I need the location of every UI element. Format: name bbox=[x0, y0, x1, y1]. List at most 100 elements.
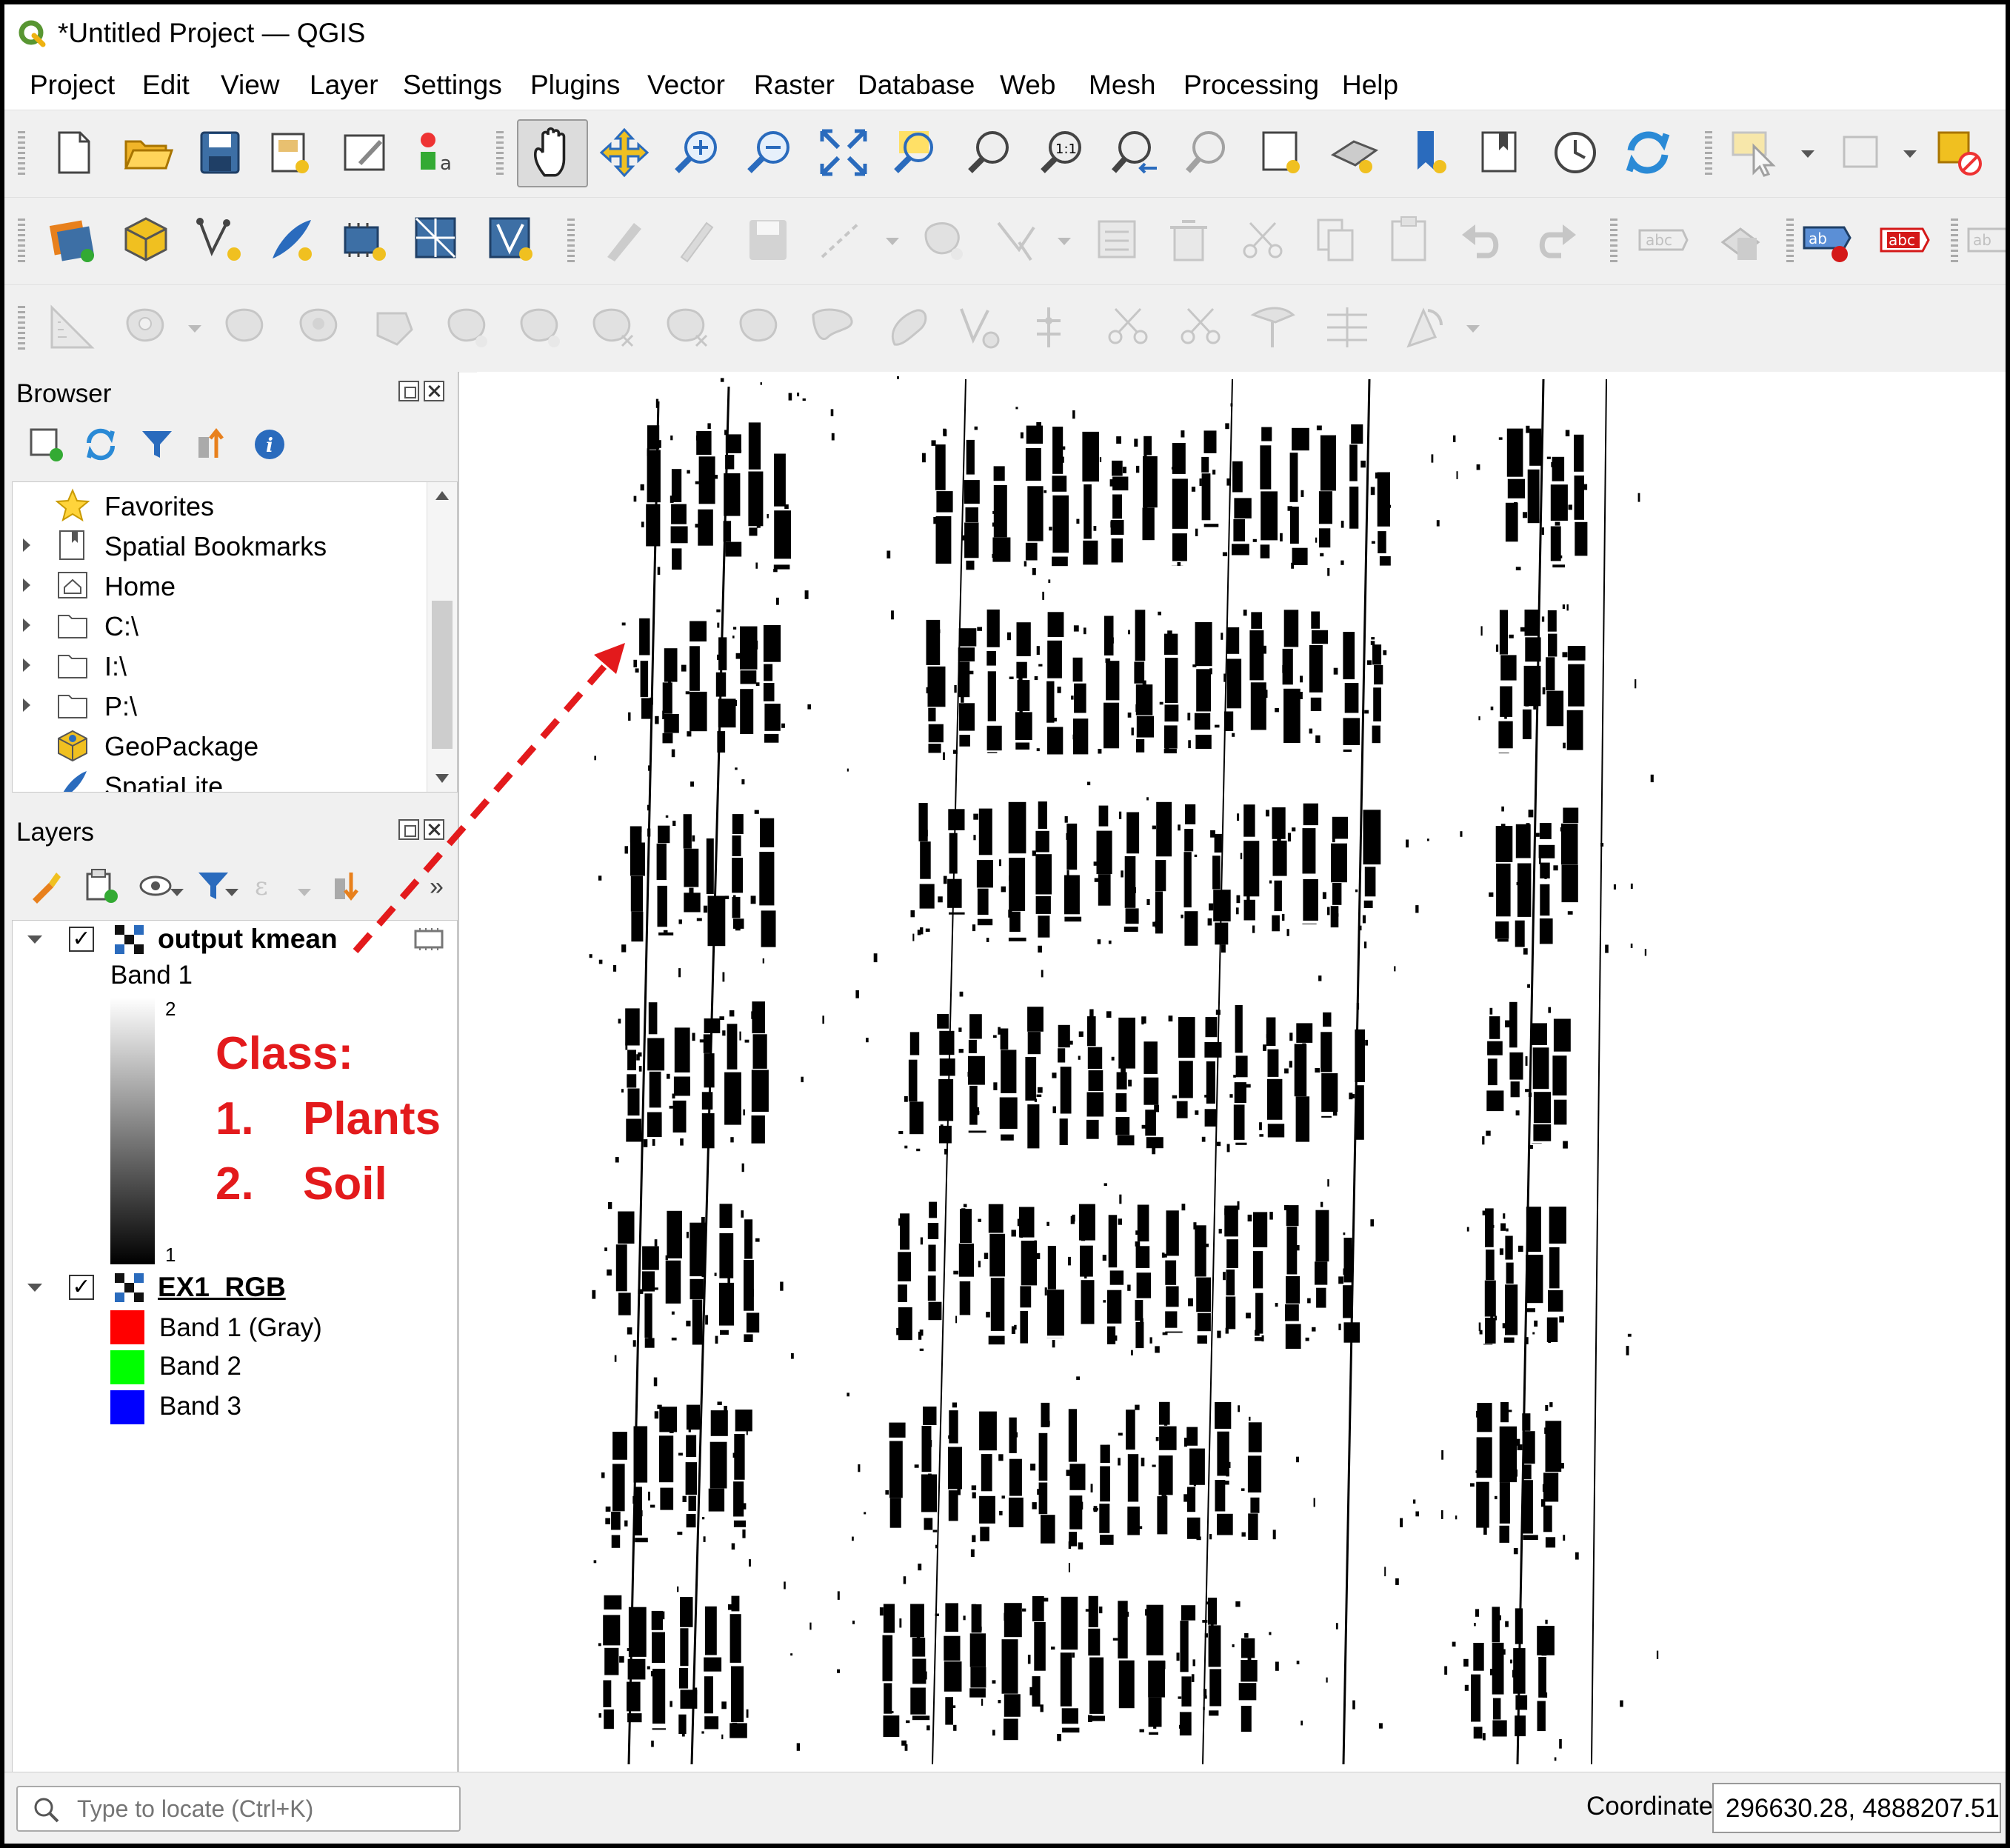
offset-curve-icon[interactable] bbox=[587, 300, 641, 355]
close-panel-icon[interactable] bbox=[424, 381, 444, 401]
reverse-line-icon[interactable] bbox=[661, 300, 715, 355]
new-virtual-layer-icon[interactable] bbox=[410, 213, 465, 267]
cut-features-icon[interactable] bbox=[1235, 213, 1290, 267]
split-parts-icon[interactable] bbox=[880, 300, 935, 355]
close-panel-icon[interactable] bbox=[424, 819, 444, 840]
rotate-feature-icon[interactable] bbox=[1394, 300, 1449, 355]
toolbar-grip[interactable] bbox=[1951, 219, 1958, 263]
select-dropdown-icon[interactable] bbox=[1801, 150, 1814, 158]
menu-view[interactable]: View bbox=[221, 70, 280, 101]
expand-arrow-icon[interactable] bbox=[23, 538, 30, 552]
rotate-point-symbols-icon[interactable] bbox=[1101, 300, 1155, 355]
zoom-to-selection-icon[interactable] bbox=[889, 125, 944, 180]
browser-item-i-drive[interactable]: I:\ bbox=[13, 645, 427, 685]
map-themes-dropdown-icon[interactable] bbox=[170, 889, 184, 896]
new-map-view-icon[interactable] bbox=[1255, 125, 1309, 180]
deselect-all-icon[interactable] bbox=[1837, 125, 1892, 180]
layer-name-output-kmean[interactable]: output kmean bbox=[158, 924, 338, 955]
trim-extend-icon[interactable] bbox=[1246, 300, 1301, 355]
layout-manager-icon[interactable] bbox=[338, 125, 393, 180]
layer-visibility-checkbox[interactable]: ✓ bbox=[69, 927, 94, 952]
toolbar-grip[interactable] bbox=[18, 131, 25, 176]
add-selected-layers-icon[interactable] bbox=[27, 425, 65, 464]
zoom-out-icon[interactable] bbox=[742, 125, 797, 180]
modify-attributes-icon[interactable] bbox=[1090, 213, 1145, 267]
zoom-to-layer-icon[interactable] bbox=[963, 125, 1018, 180]
zoom-last-icon[interactable] bbox=[1108, 125, 1163, 180]
expand-arrow-icon[interactable] bbox=[23, 698, 30, 712]
expand-arrow-icon[interactable] bbox=[23, 658, 30, 672]
label-change-icon[interactable]: ab bbox=[1964, 213, 2006, 267]
delete-part-icon[interactable] bbox=[441, 300, 496, 355]
new-geopackage-layer-icon[interactable] bbox=[118, 213, 173, 267]
filter-browser-icon[interactable] bbox=[138, 425, 176, 464]
browser-item-home[interactable]: Home bbox=[13, 565, 427, 605]
fill-ring-icon[interactable] bbox=[293, 300, 348, 355]
refresh-browser-icon[interactable] bbox=[81, 425, 120, 464]
zoom-next-icon[interactable] bbox=[1182, 125, 1237, 180]
merge-features-icon[interactable] bbox=[954, 300, 1009, 355]
temporal-controller-icon[interactable] bbox=[1548, 125, 1603, 180]
undo-icon[interactable] bbox=[1455, 213, 1509, 267]
info-icon[interactable]: i bbox=[250, 425, 289, 464]
expression-dropdown-icon[interactable] bbox=[298, 889, 311, 896]
browser-scrollbar[interactable] bbox=[427, 482, 457, 792]
digitize-line-icon[interactable] bbox=[815, 213, 869, 267]
label-toolbar-icon[interactable]: abc bbox=[1635, 213, 1690, 267]
show-bookmarks-icon[interactable] bbox=[1474, 125, 1529, 180]
filter-by-expression-icon[interactable]: ε bbox=[250, 867, 289, 905]
layer-embedded-widget-icon[interactable] bbox=[413, 927, 445, 952]
add-ring-dropdown-icon[interactable] bbox=[188, 325, 201, 333]
style-manager-icon[interactable]: a bbox=[412, 125, 467, 180]
more-tools-chevron-icon[interactable]: » bbox=[430, 873, 444, 901]
browser-item-spatialite[interactable]: SpatiaLite bbox=[13, 765, 427, 792]
browser-item-p-drive[interactable]: P:\ bbox=[13, 685, 427, 725]
split-features-icon[interactable] bbox=[806, 300, 861, 355]
new-shapefile-layer-icon[interactable] bbox=[193, 213, 247, 267]
coordinate-field[interactable] bbox=[1712, 1783, 2001, 1833]
map-canvas[interactable] bbox=[477, 372, 2006, 1772]
scroll-thumb[interactable] bbox=[432, 601, 453, 749]
menu-web[interactable]: Web bbox=[1000, 70, 1055, 101]
new-project-icon[interactable] bbox=[46, 125, 101, 180]
toolbar-grip[interactable] bbox=[18, 306, 25, 350]
filter-legend-icon[interactable] bbox=[194, 867, 233, 905]
new-mesh-layer-icon[interactable] bbox=[484, 213, 539, 267]
new-temporary-scratch-layer-icon[interactable] bbox=[338, 213, 393, 267]
digitize-dropdown-icon[interactable] bbox=[886, 238, 899, 245]
merge-attributes-icon[interactable] bbox=[1026, 300, 1081, 355]
filter-dropdown-icon[interactable] bbox=[225, 889, 238, 896]
identify-icon[interactable] bbox=[1933, 125, 1988, 180]
reshape-line-icon[interactable] bbox=[1320, 300, 1375, 355]
select-features-icon[interactable] bbox=[1727, 125, 1782, 180]
scroll-down-icon[interactable] bbox=[435, 774, 449, 783]
new-spatialite-layer-icon[interactable] bbox=[264, 213, 318, 267]
reshape-features-icon[interactable] bbox=[514, 300, 569, 355]
menu-project[interactable]: Project bbox=[30, 70, 115, 101]
locator-search[interactable] bbox=[16, 1786, 461, 1832]
locator-input[interactable] bbox=[76, 1793, 449, 1824]
toggle-editing-icon[interactable] bbox=[668, 213, 723, 267]
paste-features-icon[interactable] bbox=[1382, 213, 1437, 267]
zoom-in-icon[interactable] bbox=[670, 125, 724, 180]
menu-processing[interactable]: Processing bbox=[1183, 70, 1319, 101]
add-feature-icon[interactable] bbox=[917, 213, 972, 267]
zoom-native-icon[interactable]: 1:1 bbox=[1035, 125, 1090, 180]
offset-point-symbols-icon[interactable] bbox=[1173, 300, 1228, 355]
menu-raster[interactable]: Raster bbox=[754, 70, 835, 101]
float-panel-icon[interactable] bbox=[398, 819, 419, 840]
toolbar-grip[interactable] bbox=[1610, 219, 1617, 263]
toolbar-grip[interactable] bbox=[18, 219, 25, 263]
pan-to-selection-icon[interactable] bbox=[597, 125, 652, 180]
menu-database[interactable]: Database bbox=[858, 70, 975, 101]
delete-ring-icon[interactable] bbox=[367, 300, 422, 355]
redo-icon[interactable] bbox=[1529, 213, 1583, 267]
coordinate-input[interactable] bbox=[1724, 1793, 2001, 1824]
deselect-dropdown-icon[interactable] bbox=[1903, 150, 1917, 158]
vertex-tool-icon[interactable] bbox=[989, 213, 1044, 267]
layer-diagram-icon[interactable] bbox=[1712, 213, 1767, 267]
open-project-icon[interactable] bbox=[120, 125, 175, 180]
new-print-layout-icon[interactable] bbox=[264, 125, 318, 180]
expand-all-icon[interactable] bbox=[329, 867, 367, 905]
add-ring-icon[interactable] bbox=[120, 300, 175, 355]
